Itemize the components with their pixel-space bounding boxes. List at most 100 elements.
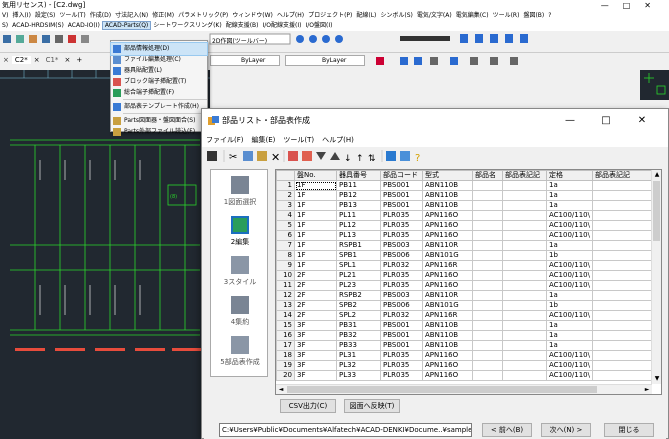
table-cell[interactable] <box>592 300 653 311</box>
row-number[interactable]: 8 <box>276 250 295 261</box>
table-cell[interactable]: 1a <box>546 340 593 351</box>
table-cell[interactable]: PB13 <box>336 200 381 211</box>
table-row[interactable]: 4 1F PL11 PLR035 APN116O AC100/110\ <box>276 210 653 221</box>
table-cell[interactable] <box>592 240 653 251</box>
table-cell[interactable]: PBS006 <box>380 300 423 311</box>
table-cell[interactable] <box>502 210 547 221</box>
table-cell[interactable]: AC100/110\ <box>546 360 593 371</box>
scroll-thumb[interactable] <box>653 181 660 241</box>
hscroll-thumb[interactable] <box>287 386 597 393</box>
viewcube-icon[interactable] <box>640 70 669 100</box>
table-cell[interactable]: PLR035 <box>380 360 423 371</box>
table-row[interactable]: 7 1F RSPB1 PBS003 ABN110R 1a <box>276 240 653 251</box>
cad-menu-item[interactable]: 配線(L) <box>354 12 378 19</box>
sort-desc-icon[interactable]: ↑ <box>356 154 364 164</box>
row-number[interactable]: 11 <box>276 280 295 291</box>
table-cell[interactable]: 1F <box>294 260 337 271</box>
table-cell[interactable]: APN116O <box>422 350 473 361</box>
table-row[interactable]: 17 3F PB33 PBS001 ABN110B 1a <box>276 340 653 351</box>
row-number[interactable]: 10 <box>276 270 295 281</box>
drawing-tab-c2[interactable]: C2* <box>11 56 31 64</box>
table-cell[interactable]: SPB1 <box>336 250 381 261</box>
reflect-to-drawing-button[interactable]: 図面へ反映(T) <box>344 399 400 413</box>
table-cell[interactable]: 2F <box>294 290 337 301</box>
table-cell[interactable] <box>592 270 653 281</box>
row-number[interactable]: 6 <box>276 230 295 241</box>
table-row[interactable]: 6 1F PL13 PLR035 APN116O AC100/110\ <box>276 230 653 241</box>
table-cell[interactable] <box>592 340 653 351</box>
column-header[interactable]: 定格 <box>546 170 593 181</box>
table-cell[interactable]: PBS003 <box>380 240 423 251</box>
table-cell[interactable] <box>592 320 653 331</box>
table-cell[interactable]: SPL1 <box>336 260 381 271</box>
table-cell[interactable]: 1F <box>294 190 337 201</box>
table-cell[interactable]: PBS001 <box>380 340 423 351</box>
table-cell[interactable]: PBS001 <box>380 200 423 211</box>
table-row[interactable]: 10 2F PL21 PLR035 APN116O AC100/110\ <box>276 270 653 281</box>
table-cell[interactable]: 2F <box>294 300 337 311</box>
table-cell[interactable]: PBS001 <box>380 330 423 341</box>
table-cell[interactable]: APN116O <box>422 210 473 221</box>
table-cell[interactable]: ABN110B <box>422 180 473 191</box>
table-cell[interactable]: ABN101G <box>422 250 473 261</box>
table-cell[interactable] <box>472 250 503 261</box>
table-row[interactable]: 19 3F PL32 PLR035 APN116O AC100/110\ <box>276 360 653 371</box>
table-cell[interactable] <box>472 320 503 331</box>
table-cell[interactable]: APN116O <box>422 220 473 231</box>
table-row[interactable]: 20 3F PL33 PLR035 APN116O AC100/110\ <box>276 370 653 381</box>
acad-parts-menu-item[interactable]: 総合端子挿配置(F) <box>111 87 207 99</box>
table-row[interactable]: 16 3F PB32 PBS001 ABN110B 1a <box>276 330 653 341</box>
table-cell[interactable] <box>592 220 653 231</box>
table-cell[interactable]: APN116O <box>422 280 473 291</box>
table-cell[interactable] <box>502 360 547 371</box>
table-cell[interactable]: 3F <box>294 330 337 341</box>
search-icon[interactable] <box>386 151 396 161</box>
table-cell[interactable]: 1F <box>294 230 337 241</box>
table-cell[interactable]: PB33 <box>336 340 381 351</box>
table-cell[interactable] <box>592 250 653 261</box>
table-cell[interactable]: PLR035 <box>380 220 423 231</box>
cad-menu-item[interactable]: 修正(M) <box>150 12 176 19</box>
table-row[interactable]: 11 2F PL23 PLR035 APN116O AC100/110\ <box>276 280 653 291</box>
dialog-close-button[interactable]: ✕ <box>624 109 660 133</box>
table-cell[interactable]: PBS001 <box>380 180 423 191</box>
cad-menu-item[interactable]: 作成(D) <box>88 12 113 19</box>
wizard-step-2[interactable]: 2編集 <box>211 214 269 252</box>
table-cell[interactable]: 1a <box>546 320 593 331</box>
cad-menu-item[interactable]: 寸法記入(N) <box>113 12 150 19</box>
close-button[interactable]: 閉じる <box>604 423 654 437</box>
table-cell[interactable]: 1F <box>294 220 337 231</box>
grid-horizontal-scrollbar[interactable]: ◄ ► <box>276 384 652 394</box>
sort-asc-icon[interactable]: ↓ <box>344 154 352 164</box>
row-number[interactable]: 1 <box>276 180 295 191</box>
menu-help[interactable]: ヘルプ(H) <box>322 136 354 144</box>
table-cell[interactable] <box>592 230 653 241</box>
menu-edit[interactable]: 編集(E) <box>252 136 276 144</box>
table-cell[interactable]: 1F <box>294 210 337 221</box>
cad-menu-item[interactable]: 挿入(I) <box>10 12 32 19</box>
table-cell[interactable]: APN116R <box>422 310 473 321</box>
table-cell[interactable]: PLR032 <box>380 260 423 271</box>
cad-ribbon-tab[interactable]: S) <box>0 22 10 29</box>
delete-row-icon[interactable] <box>302 151 312 161</box>
table-row[interactable]: 1 1F PB11 PBS001 ABN110B 1a <box>276 180 653 191</box>
row-number[interactable]: 12 <box>276 290 295 301</box>
table-cell[interactable]: PL11 <box>336 210 381 221</box>
table-cell[interactable]: 1a <box>546 330 593 341</box>
wizard-step-4[interactable]: 4集約 <box>211 294 269 332</box>
prev-button[interactable]: < 前へ(B) <box>482 423 532 437</box>
row-number[interactable]: 4 <box>276 210 295 221</box>
table-row[interactable]: 3 1F PB13 PBS001 ABN110B 1a <box>276 200 653 211</box>
table-cell[interactable] <box>502 230 547 241</box>
table-row[interactable]: 15 3F PB31 PBS001 ABN110B 1a <box>276 320 653 331</box>
table-cell[interactable]: AC100/110\ <box>546 310 593 321</box>
filter-icon[interactable] <box>400 151 410 161</box>
table-cell[interactable]: AC100/110\ <box>546 220 593 231</box>
table-cell[interactable]: 1F <box>294 180 337 191</box>
column-header[interactable]: 部品表記記 <box>592 170 653 181</box>
row-number[interactable]: 17 <box>276 340 295 351</box>
column-header[interactable]: 部品コード <box>380 170 423 181</box>
table-cell[interactable] <box>472 330 503 341</box>
cad-minimize-button[interactable]: — <box>601 1 623 10</box>
table-cell[interactable] <box>472 290 503 301</box>
